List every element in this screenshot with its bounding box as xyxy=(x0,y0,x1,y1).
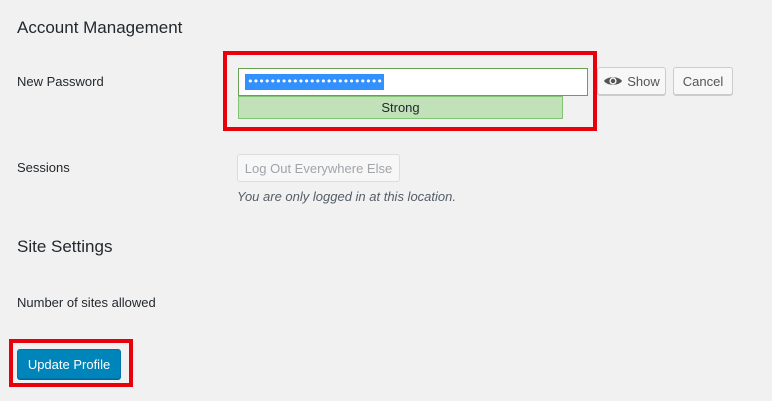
account-management-heading: Account Management xyxy=(17,18,183,37)
sessions-label: Sessions xyxy=(17,160,70,175)
sites-allowed-label: Number of sites allowed xyxy=(17,295,156,310)
eye-icon xyxy=(603,74,623,88)
site-settings-heading: Site Settings xyxy=(17,237,113,256)
update-profile-button[interactable]: Update Profile xyxy=(17,349,121,379)
log-out-everywhere-button[interactable]: Log Out Everywhere Else xyxy=(237,154,400,182)
sessions-hint: You are only logged in at this location. xyxy=(237,189,456,204)
cancel-password-button[interactable]: Cancel xyxy=(673,67,733,95)
show-password-label: Show xyxy=(627,73,660,89)
show-password-button[interactable]: Show xyxy=(597,67,666,95)
password-strength-meter: Strong xyxy=(238,96,563,119)
new-password-input[interactable]: •••••••••••••••••••••••• xyxy=(238,68,588,96)
password-masked-value: •••••••••••••••••••••••• xyxy=(245,74,384,90)
new-password-label: New Password xyxy=(17,74,104,89)
